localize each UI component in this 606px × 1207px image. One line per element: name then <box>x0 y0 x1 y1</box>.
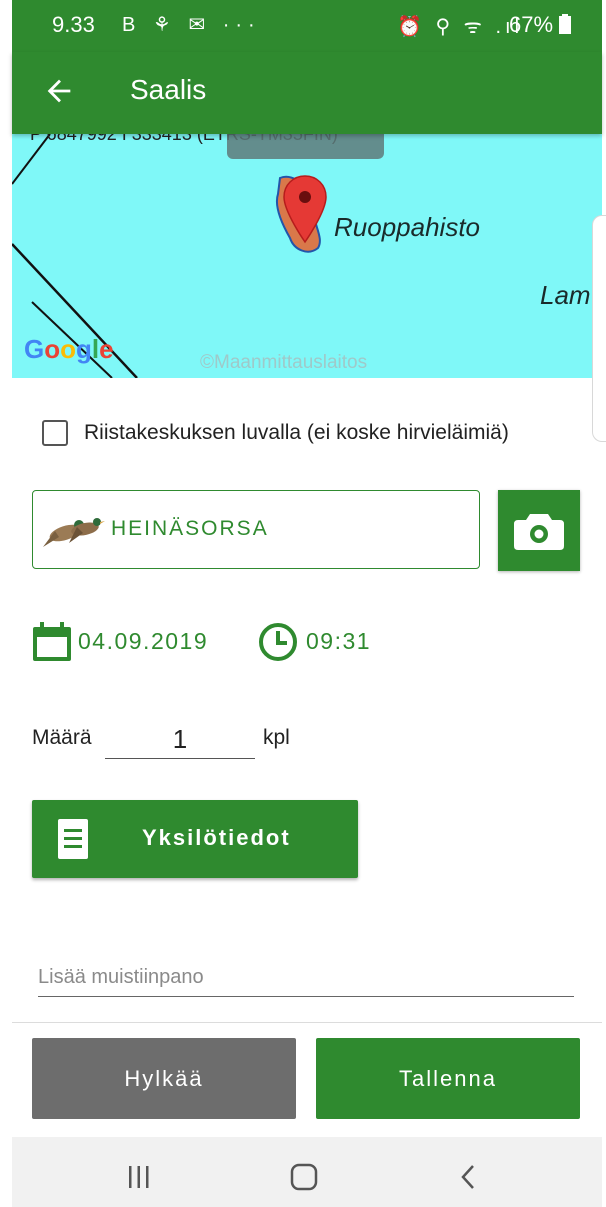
battery-icon <box>559 14 572 34</box>
divider <box>12 1022 602 1023</box>
quantity-unit: kpl <box>263 726 290 749</box>
status-bar: 9.33 B ⚘ ✉ ··· ⏰ ⚲ ᯤ .ıl 67% <box>12 0 602 52</box>
cancel-label: Hylkää <box>124 1066 204 1091</box>
save-button[interactable]: Tallenna <box>316 1038 580 1119</box>
map-pin-icon <box>283 175 327 244</box>
details-button[interactable]: Yksilötiedot <box>32 800 358 878</box>
battery-percent: 67% <box>509 12 554 37</box>
quantity-label: Määrä <box>32 726 92 749</box>
date-value[interactable]: 04.09.2019 <box>78 628 208 655</box>
species-name: HEINÄSORSA <box>111 517 269 540</box>
permit-checkbox[interactable] <box>42 420 68 446</box>
save-label: Tallenna <box>399 1066 497 1091</box>
back-icon[interactable] <box>458 1164 478 1190</box>
map-copyright: ©Maanmittauslaitos <box>200 352 368 373</box>
details-label: Yksilötiedot <box>142 825 291 850</box>
species-selector[interactable]: HEINÄSORSA <box>32 490 480 569</box>
battery-level: 67% <box>509 12 572 38</box>
cancel-button[interactable]: Hylkää <box>32 1038 296 1119</box>
app-bar: Saalis <box>12 52 602 134</box>
calendar-icon[interactable] <box>32 622 72 662</box>
recent-apps-icon[interactable] <box>126 1164 152 1190</box>
status-time: 9.33 <box>52 12 95 37</box>
camera-icon <box>514 514 564 550</box>
note-input[interactable] <box>38 958 574 997</box>
arrow-left-icon[interactable] <box>42 74 76 108</box>
map-place-label: Lam <box>540 280 591 310</box>
time-value[interactable]: 09:31 <box>306 628 371 655</box>
side-drawer-handle[interactable] <box>592 215 606 442</box>
duck-icon <box>43 518 105 547</box>
map-view[interactable]: P 6847992 I 333413 (ETRS-TM35FIN) Ruoppa… <box>12 134 602 378</box>
camera-button[interactable] <box>498 490 580 571</box>
clock-icon[interactable] <box>258 622 298 662</box>
home-icon[interactable] <box>290 1163 318 1191</box>
system-icons: ⏰ ⚲ ᯤ .ıl <box>397 16 524 38</box>
system-nav-bar <box>12 1137 602 1207</box>
google-logo: Google <box>24 334 114 364</box>
quantity-input[interactable] <box>105 720 255 759</box>
map-type-chip[interactable] <box>227 134 384 159</box>
page-title: Saalis <box>130 74 207 105</box>
permit-label: Riistakeskuksen luvalla (ei koske hirvie… <box>84 421 509 444</box>
map-place-label: Ruoppahisto <box>334 212 480 242</box>
notification-icons: B ⚘ ✉ ··· <box>122 14 261 36</box>
document-icon <box>58 819 88 859</box>
